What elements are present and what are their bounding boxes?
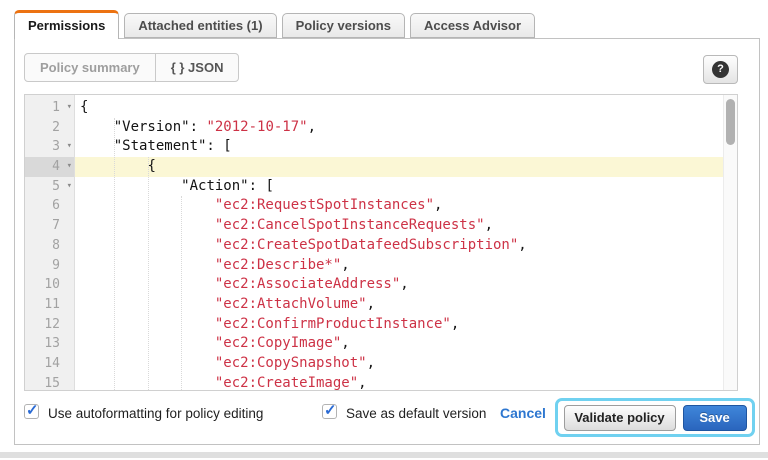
policy-json-editor[interactable]: 1▾{2 "Version": "2012-10-17",3▾ "Stateme… <box>24 94 738 391</box>
code-text: "ec2:CopyImage", <box>75 334 737 354</box>
line-number: 3▾ <box>25 137 75 157</box>
save-button[interactable]: Save <box>683 405 747 431</box>
cancel-link[interactable]: Cancel <box>500 405 546 421</box>
fold-arrow-icon[interactable]: ▾ <box>67 177 72 197</box>
line-number: 2 <box>25 118 75 138</box>
question-icon: ? <box>712 61 729 78</box>
line-number: 6 <box>25 196 75 216</box>
editor-lines: 1▾{2 "Version": "2012-10-17",3▾ "Stateme… <box>25 98 737 391</box>
code-text: { <box>75 157 737 177</box>
code-line-11[interactable]: 11 "ec2:AttachVolume", <box>25 295 737 315</box>
line-number: 15 <box>25 374 75 391</box>
code-line-15[interactable]: 15 "ec2:CreateImage", <box>25 374 737 391</box>
code-text: "Action": [ <box>75 177 737 197</box>
line-number: 9 <box>25 256 75 276</box>
line-number: 5▾ <box>25 177 75 197</box>
line-number: 13 <box>25 334 75 354</box>
fold-arrow-icon[interactable]: ▾ <box>67 98 72 118</box>
code-text: { <box>75 98 737 118</box>
tab-access-advisor[interactable]: Access Advisor <box>410 13 535 38</box>
code-text: "ec2:ConfirmProductInstance", <box>75 315 737 335</box>
code-line-12[interactable]: 12 "ec2:ConfirmProductInstance", <box>25 315 737 335</box>
code-text: "ec2:AttachVolume", <box>75 295 737 315</box>
autoformat-label: Use autoformatting for policy editing <box>48 406 263 421</box>
fold-arrow-icon[interactable]: ▾ <box>67 157 72 177</box>
code-line-7[interactable]: 7 "ec2:CancelSpotInstanceRequests", <box>25 216 737 236</box>
tab-bar: PermissionsAttached entities (1)Policy v… <box>14 13 535 39</box>
line-number: 11 <box>25 295 75 315</box>
code-line-13[interactable]: 13 "ec2:CopyImage", <box>25 334 737 354</box>
policy-editor-page: PermissionsAttached entities (1)Policy v… <box>0 0 768 460</box>
check-icon: ✓ <box>324 401 337 419</box>
check-icon: ✓ <box>26 401 39 419</box>
validate-policy-button[interactable]: Validate policy <box>564 405 676 431</box>
line-number: 14 <box>25 354 75 374</box>
line-number: 1▾ <box>25 98 75 118</box>
scrollbar-thumb[interactable] <box>726 99 735 145</box>
tab-permissions[interactable]: Permissions <box>14 10 119 39</box>
help-button[interactable]: ? <box>703 55 738 84</box>
code-line-4[interactable]: 4▾ { <box>25 157 737 177</box>
indent-guide <box>148 157 149 391</box>
code-line-5[interactable]: 5▾ "Action": [ <box>25 177 737 197</box>
code-text: "ec2:RequestSpotInstances", <box>75 196 737 216</box>
autoformat-checkbox[interactable]: ✓ <box>24 404 39 419</box>
code-text: "ec2:CopySnapshot", <box>75 354 737 374</box>
default-version-label: Save as default version <box>346 406 486 421</box>
tab-attached-entities-1[interactable]: Attached entities (1) <box>124 13 276 38</box>
fold-arrow-icon[interactable]: ▾ <box>67 137 72 157</box>
code-line-14[interactable]: 14 "ec2:CopySnapshot", <box>25 354 737 374</box>
code-text: "Statement": [ <box>75 137 737 157</box>
view-toggle: Policy summary { } JSON <box>24 53 239 82</box>
default-version-checkbox[interactable]: ✓ <box>322 404 337 419</box>
code-line-6[interactable]: 6 "ec2:RequestSpotInstances", <box>25 196 737 216</box>
code-line-9[interactable]: 9 "ec2:Describe*", <box>25 256 737 276</box>
code-text: "ec2:CreateImage", <box>75 374 737 391</box>
line-number: 7 <box>25 216 75 236</box>
code-line-8[interactable]: 8 "ec2:CreateSpotDatafeedSubscription", <box>25 236 737 256</box>
json-button[interactable]: { } JSON <box>156 54 239 81</box>
page-bottom-divider <box>0 452 768 458</box>
code-text: "ec2:CancelSpotInstanceRequests", <box>75 216 737 236</box>
line-number: 10 <box>25 275 75 295</box>
tab-policy-versions[interactable]: Policy versions <box>282 13 405 38</box>
code-text: "ec2:CreateSpotDatafeedSubscription", <box>75 236 737 256</box>
policy-summary-button[interactable]: Policy summary <box>25 54 156 81</box>
editor-scrollbar[interactable] <box>723 95 737 390</box>
line-number: 12 <box>25 315 75 335</box>
code-text: "ec2:AssociateAddress", <box>75 275 737 295</box>
line-number: 4▾ <box>25 157 75 177</box>
indent-guide <box>181 196 182 391</box>
code-text: "Version": "2012-10-17", <box>75 118 737 138</box>
code-line-3[interactable]: 3▾ "Statement": [ <box>25 137 737 157</box>
code-line-10[interactable]: 10 "ec2:AssociateAddress", <box>25 275 737 295</box>
code-line-1[interactable]: 1▾{ <box>25 98 737 118</box>
line-number: 8 <box>25 236 75 256</box>
action-button-group: Validate policy Save <box>555 398 755 437</box>
code-text: "ec2:Describe*", <box>75 256 737 276</box>
indent-guide <box>114 118 115 391</box>
code-line-2[interactable]: 2 "Version": "2012-10-17", <box>25 118 737 138</box>
